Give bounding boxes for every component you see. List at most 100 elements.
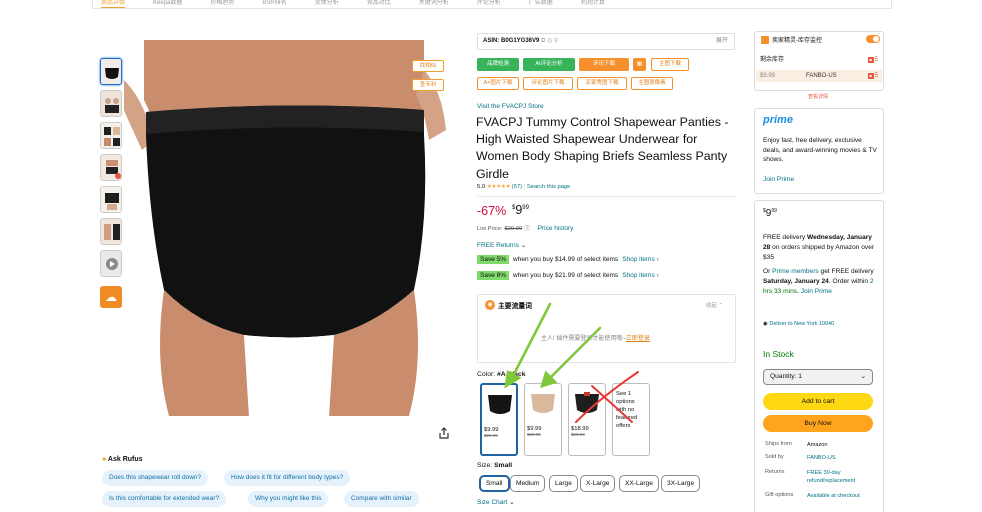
tab-9[interactable]: 利润计算 xyxy=(581,0,605,8)
prime-members-link[interactable]: Prime members xyxy=(772,268,819,275)
thumbnail-6[interactable] xyxy=(100,218,122,245)
ships-from-row: Ships from Amazon xyxy=(765,441,828,448)
rufus-question-2[interactable]: How does it fit for different body types… xyxy=(224,470,351,486)
save-offer-text: when you buy $21.99 of select items xyxy=(513,272,619,279)
stock-status: In Stock xyxy=(763,349,794,359)
search-page-link[interactable]: Search this page xyxy=(527,184,571,190)
rating-count[interactable]: (57) xyxy=(512,184,522,190)
rufus-question-5[interactable]: Compare with similar xyxy=(344,491,419,507)
tab-3[interactable]: BSR排名 xyxy=(262,0,286,8)
tab-8[interactable]: 广告数据 xyxy=(529,0,553,8)
asin-value: ASIN: B0G1YG36V9 xyxy=(483,38,540,44)
tab-2[interactable]: 价格趋势 xyxy=(210,0,234,8)
prime-promo-text: Enjoy fast, free delivery, exclusive dea… xyxy=(763,137,877,164)
list-price: List Price: $29.99 ⓘ Price history xyxy=(477,225,574,232)
main-image-download-button[interactable]: 主图下载 xyxy=(651,58,689,71)
thumbnail-3[interactable] xyxy=(100,122,122,149)
price-history-link[interactable]: Price history xyxy=(538,225,574,232)
price: $999 xyxy=(512,203,529,217)
rufus-question-3[interactable]: Is this comfortable for extended wear? xyxy=(102,491,227,507)
discount-percent: -67% xyxy=(477,204,507,218)
thumbnail-video[interactable] xyxy=(100,250,122,277)
collapse-button[interactable]: 收起 ⌃ xyxy=(706,301,723,309)
size-option-small[interactable]: Small xyxy=(479,475,510,492)
chevron-down-icon: ⌄ xyxy=(520,242,527,249)
join-prime-link[interactable]: Join Prime xyxy=(763,176,794,183)
seller-sprite-icon xyxy=(761,35,769,44)
store-link[interactable]: Visit the FVACPJ Store xyxy=(477,103,544,110)
tab-4[interactable]: 变体分析 xyxy=(315,0,339,8)
size-label: Size: Small xyxy=(477,462,513,469)
brand-check-button[interactable]: 品牌检测 xyxy=(477,58,519,71)
size-option-medium[interactable]: Medium xyxy=(510,475,546,492)
location-pin-icon: ◉ xyxy=(763,321,768,327)
offer-row: $9.99 FANBO-US ■ 5 xyxy=(756,70,882,82)
size-option-3xlarge[interactable]: 3X-Large xyxy=(661,475,701,492)
tab-5[interactable]: 竞品对比 xyxy=(367,0,391,8)
rufus-icon: ● xyxy=(102,456,107,463)
top-tab-bar: 商品详情 Keepa数据 价格趋势 BSR排名 变体分析 竞品对比 关键词分析 … xyxy=(92,0,892,9)
shop-items-link[interactable]: Shop items › xyxy=(622,272,659,279)
rating-row: 5.0 ★★★★★ (57) | Search this page xyxy=(477,184,571,190)
main-image-original-button[interactable]: 主图原像素 xyxy=(631,77,673,90)
monitor-toggle[interactable] xyxy=(866,35,880,43)
thumbnail-2[interactable] xyxy=(100,90,122,117)
quantity-select[interactable]: Quantity: 1 ⌄ xyxy=(763,369,873,385)
add-to-cart-button[interactable]: Add to cart xyxy=(763,393,873,410)
size-chart-link[interactable]: Size Chart ⌄ xyxy=(477,498,515,506)
returns-row: Returns FREE 30-day refund/replacement xyxy=(765,469,880,485)
gift-options-link[interactable]: Available at checkout xyxy=(807,492,860,500)
upload-icon[interactable]: ☁ xyxy=(100,286,122,308)
ai-review-button[interactable]: AI评论分析 xyxy=(523,58,575,71)
tool-icon-button[interactable]: ▦ xyxy=(633,58,646,71)
share-icon[interactable] xyxy=(438,426,450,439)
sold-by-row: Sold by FANBO-US xyxy=(765,454,836,462)
deliver-to-link[interactable]: ◉ Deliver to New York 10040 xyxy=(763,320,863,328)
rating-value: 5.0 xyxy=(477,184,486,190)
buybox-price: $999 xyxy=(763,208,777,219)
buy-now-button[interactable]: Buy Now xyxy=(763,415,873,432)
shop-items-link[interactable]: Shop items › xyxy=(622,256,659,263)
free-returns-link[interactable]: FREE Returns ⌄ xyxy=(477,241,526,249)
seller-panel-title: 卖家精灵-库存监控 xyxy=(761,35,822,44)
main-product-image[interactable] xyxy=(124,40,453,416)
product-title: FVACPJ Tummy Control Shapewear Panties -… xyxy=(476,115,729,181)
divider xyxy=(477,196,736,197)
save-badge: Save 5% xyxy=(477,255,510,264)
prime-logo: prime xyxy=(763,114,793,126)
chevron-down-icon: ⌄ xyxy=(509,499,515,506)
size-option-xlarge[interactable]: X-Large xyxy=(580,475,616,492)
asin-bar: ASIN: B0G1YG36V9 ⧉ ◎ ⚲ 展开 xyxy=(477,33,735,50)
star-rating-icon[interactable]: ★★★★★ xyxy=(487,184,511,190)
buyer-show-download-button[interactable]: 买家秀图下载 xyxy=(577,77,627,90)
rufus-question-1[interactable]: Does this shapewear roll down? xyxy=(102,470,209,486)
asin-expand-button[interactable]: 展开 xyxy=(716,34,728,49)
returns-link[interactable]: FREE 30-day refund/replacement xyxy=(807,469,880,485)
thumbnail-4[interactable] xyxy=(100,154,122,181)
rufus-title: ● Ask Rufus xyxy=(102,456,143,463)
rufus-question-4[interactable]: Why you might like this xyxy=(248,491,329,507)
thumbnail-1[interactable] xyxy=(100,58,122,85)
tab-6[interactable]: 关键词分析 xyxy=(419,0,449,8)
join-prime-link-2[interactable]: Join Prime xyxy=(801,288,832,295)
size-option-xxlarge[interactable]: XX-Large xyxy=(619,475,659,492)
aplus-download-button[interactable]: A+图片下载 xyxy=(477,77,519,90)
seller-link[interactable]: FANBO-US xyxy=(807,454,836,462)
thumbnail-5[interactable] xyxy=(100,186,122,213)
tab-1[interactable]: Keepa数据 xyxy=(153,0,182,8)
tab-7[interactable]: 评论分析 xyxy=(477,0,501,8)
stock-icon: ■ xyxy=(867,57,874,63)
review-image-download-button[interactable]: 评论图片下载 xyxy=(523,77,573,90)
stock-icon: ■ xyxy=(867,73,874,79)
size-option-large[interactable]: Large xyxy=(549,475,578,492)
save-offer-2: Save 8% when you buy $21.99 of select it… xyxy=(477,271,659,280)
info-icon[interactable]: ⓘ xyxy=(524,226,530,232)
annotation-overlay xyxy=(504,302,639,423)
review-download-button[interactable]: 评论下载 xyxy=(579,58,629,71)
save-badge: Save 8% xyxy=(477,271,510,280)
tab-0[interactable]: 商品详情 xyxy=(101,0,126,8)
find-similar-button[interactable]: 找相似 xyxy=(412,60,444,72)
check-patent-button[interactable]: 查专利 xyxy=(412,79,444,91)
stock-row: 剩余库存 ■ 5 xyxy=(760,57,878,63)
view-details-link[interactable]: 查看详情 xyxy=(808,93,828,100)
